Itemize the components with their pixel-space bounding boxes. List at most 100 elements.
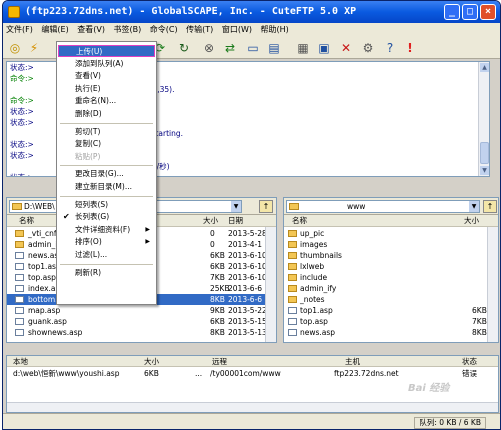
file-icon <box>288 307 297 314</box>
context-menu-item[interactable]: 上传(U) <box>58 45 155 57</box>
stop-icon[interactable]: ⊗ <box>200 39 218 57</box>
table-row[interactable]: include <box>284 272 498 283</box>
file-icon <box>15 274 24 281</box>
context-menu-item[interactable]: 短列表(S) <box>58 199 155 211</box>
view-list-icon[interactable]: ▤ <box>265 39 283 57</box>
remote-scrollbar[interactable] <box>487 227 498 342</box>
table-row[interactable]: lxlweb <box>284 261 498 272</box>
menu-commands[interactable]: 命令(C) <box>147 25 181 34</box>
col-name[interactable]: 名称 <box>292 215 307 227</box>
context-menu-item[interactable]: 添加到队列(A) <box>58 58 155 70</box>
file-icon <box>15 307 24 314</box>
menu-edit[interactable]: 编辑(E) <box>38 25 71 34</box>
title-bar: (ftp223.72dns.net) - GlobalSCAPE, Inc. -… <box>3 1 500 23</box>
scroll-down-icon[interactable]: ▼ <box>480 166 489 175</box>
context-menu-item[interactable]: ✔ 长列表(G) <box>58 211 155 223</box>
context-menu-item[interactable]: 执行(E) <box>58 83 155 95</box>
menu-separator <box>60 263 153 265</box>
minimize-button[interactable]: _ <box>444 4 460 20</box>
delete-icon[interactable]: ✕ <box>337 39 355 57</box>
col-size[interactable]: 大小 <box>203 215 218 227</box>
queue-scrollbar[interactable] <box>7 402 498 412</box>
remote-pane: www ▼ ↑ 名称 大小 up_pic images thumbnails lxlw… <box>283 197 499 343</box>
quick-connect-icon[interactable]: ⚡ <box>25 39 43 57</box>
folder-icon <box>289 203 299 210</box>
log-icon[interactable]: ▣ <box>315 39 333 57</box>
file-icon <box>288 329 297 336</box>
context-menu-item[interactable]: 文件详细资料(F) ▶ <box>58 224 155 236</box>
menu-view[interactable]: 查看(V) <box>74 25 108 34</box>
col-status[interactable]: 状态 <box>462 356 477 367</box>
table-row[interactable]: shownews.asp 8KB 2013-5-13 <box>7 327 276 338</box>
app-window: (ftp223.72dns.net) - GlobalSCAPE, Inc. -… <box>2 0 501 430</box>
context-menu-item[interactable]: 更改目录(G)... <box>58 168 155 180</box>
context-menu-item[interactable]: 查看(V) <box>58 70 155 82</box>
cycle-icon[interactable]: ⇄ <box>221 39 239 57</box>
file-icon <box>15 296 24 303</box>
watermark: Bai 经验 <box>408 383 450 394</box>
context-menu-item[interactable]: 刷新(R) <box>58 267 155 279</box>
col-name[interactable]: 名称 <box>19 215 34 227</box>
col-host[interactable]: 主机 <box>345 356 360 367</box>
table-row[interactable]: news.asp 8KB <box>284 327 498 338</box>
remote-path-input[interactable]: www ▼ <box>286 200 480 213</box>
site-manager-icon[interactable]: ▦ <box>294 39 312 57</box>
scroll-thumb[interactable] <box>480 142 489 164</box>
table-row[interactable]: top1.asp 6KB <box>284 305 498 316</box>
chevron-down-icon[interactable]: ▼ <box>469 201 479 212</box>
col-size[interactable]: 大小 <box>144 356 159 367</box>
context-menu-item[interactable]: 复制(C) <box>58 138 155 150</box>
context-menu-item[interactable]: 排序(O) ▶ <box>58 236 155 248</box>
table-row[interactable]: _notes <box>284 294 498 305</box>
scroll-up-icon[interactable]: ▲ <box>480 63 489 72</box>
table-row[interactable]: images <box>284 239 498 250</box>
local-up-folder-icon[interactable]: ↑ <box>259 200 273 213</box>
context-menu-item[interactable]: 剪切(T) <box>58 126 155 138</box>
table-row[interactable]: map.asp 9KB 2013-5-22 <box>7 305 276 316</box>
menu-transfer[interactable]: 传输(T) <box>183 25 216 34</box>
file-icon <box>15 263 24 270</box>
menu-window[interactable]: 窗口(W) <box>219 25 255 34</box>
col-remote[interactable]: 远程 <box>212 356 227 367</box>
folder-icon <box>288 296 297 303</box>
table-row[interactable]: admin_ify <box>284 283 498 294</box>
menu-help[interactable]: 帮助(H) <box>258 25 292 34</box>
col-size[interactable]: 大小 <box>464 215 479 227</box>
context-menu-item[interactable]: 过滤(L)... <box>58 249 155 261</box>
window-title: (ftp223.72dns.net) - GlobalSCAPE, Inc. -… <box>25 6 357 17</box>
context-menu-item[interactable]: 建立新目录(M)... <box>58 181 155 193</box>
table-row[interactable]: up_pic <box>284 228 498 239</box>
table-row[interactable]: guank.asp 6KB 2013-5-15 <box>7 316 276 327</box>
folder-icon <box>288 274 297 281</box>
local-scrollbar[interactable] <box>265 227 276 342</box>
alert-icon[interactable]: ! <box>401 39 419 57</box>
menu-bookmarks[interactable]: 书签(B) <box>111 25 145 34</box>
table-row[interactable]: top.asp 7KB <box>284 316 498 327</box>
file-icon <box>15 285 24 292</box>
folder-icon <box>288 252 297 259</box>
queue-row[interactable]: d:\web\恒新\www\youshi.asp 6KB ... /ty0000… <box>7 368 498 379</box>
folder-icon <box>15 230 24 237</box>
context-menu-item[interactable]: 重命名(N)... <box>58 95 155 107</box>
remote-up-folder-icon[interactable]: ↑ <box>483 200 497 213</box>
view-icon[interactable]: ▭ <box>244 39 262 57</box>
menu-file[interactable]: 文件(F) <box>3 25 36 34</box>
col-date[interactable]: 日期 <box>228 215 243 227</box>
log-scrollbar[interactable]: ▲ ▼ <box>478 62 489 176</box>
check-icon: ✔ <box>63 212 70 222</box>
maximize-button[interactable]: □ <box>462 4 478 20</box>
connect-icon[interactable]: ◎ <box>6 39 24 57</box>
remote-path-bar: www ▼ ↑ <box>284 198 498 215</box>
context-menu-item[interactable]: 粘贴(P) <box>58 151 155 163</box>
reconnect-icon[interactable]: ↻ <box>175 39 193 57</box>
file-icon <box>288 318 297 325</box>
chevron-down-icon[interactable]: ▼ <box>231 201 241 212</box>
settings-icon[interactable]: ⚙ <box>359 39 377 57</box>
context-menu-item[interactable]: 删除(D) <box>58 108 155 120</box>
help-icon[interactable]: ? <box>381 39 399 57</box>
col-local[interactable]: 本地 <box>13 356 28 367</box>
table-row[interactable]: thumbnails <box>284 250 498 261</box>
file-icon <box>15 252 24 259</box>
close-button[interactable]: × <box>480 4 496 20</box>
queue-header: 本地 大小 远程 主机 状态 <box>7 356 498 367</box>
